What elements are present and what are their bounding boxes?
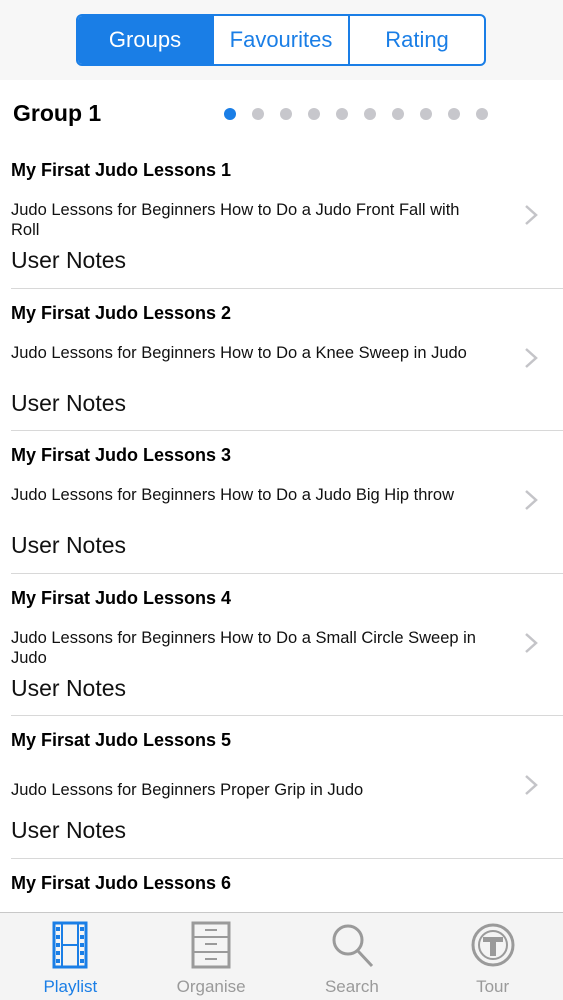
- page-dot[interactable]: [420, 108, 432, 120]
- page-dot[interactable]: [280, 108, 292, 120]
- lesson-user-notes: User Notes: [11, 389, 127, 416]
- lesson-list[interactable]: My Firsat Judo Lessons 1 Judo Lessons for…: [0, 146, 563, 912]
- tab-label-tour: Tour: [476, 977, 510, 996]
- page-dot[interactable]: [336, 108, 348, 120]
- lesson-title: My Firsat Judo Lessons 6: [11, 872, 232, 893]
- page-dot[interactable]: [392, 108, 404, 120]
- tab-search[interactable]: Search: [282, 913, 423, 1000]
- segment-rating[interactable]: Rating: [348, 16, 484, 64]
- tab-organise[interactable]: Organise: [141, 913, 282, 1000]
- tab-label-organise: Organise: [176, 977, 246, 996]
- group-title: Group 1: [13, 100, 102, 126]
- page-dot[interactable]: [252, 108, 264, 120]
- page-dot[interactable]: [364, 108, 376, 120]
- lesson-title: My Firsat Judo Lessons 5: [11, 730, 232, 750]
- tab-label-search: Search: [324, 977, 379, 996]
- lesson-user-notes: User Notes: [11, 247, 127, 273]
- lesson-row[interactable]: My Firsat Judo Lessons 6: [11, 859, 563, 913]
- tour-sign-icon: [470, 921, 516, 969]
- lesson-description: Judo Lessons for Beginners How to Do a J…: [11, 201, 460, 239]
- chevron-right-icon[interactable]: [524, 204, 538, 225]
- lesson-description: Judo Lessons for Beginners How to Do a K…: [11, 343, 467, 362]
- segment-favourites[interactable]: Favourites: [212, 16, 348, 64]
- lesson-title: My Firsat Judo Lessons 2: [11, 302, 232, 323]
- tab-playlist[interactable]: Playlist: [0, 913, 141, 1000]
- lesson-description: Judo Lessons for Beginners How to Do a S…: [11, 628, 476, 667]
- page-dot[interactable]: [476, 108, 488, 120]
- tab-bar: Playlist Organise Search Tour: [0, 912, 563, 1000]
- lesson-user-notes: User Notes: [11, 674, 127, 701]
- chevron-right-icon[interactable]: [524, 489, 538, 510]
- lesson-title: My Firsat Judo Lessons 4: [11, 587, 232, 608]
- top-bar: Groups Favourites Rating: [0, 0, 563, 80]
- lesson-user-notes: User Notes: [11, 817, 127, 843]
- segmented-control: Groups Favourites Rating: [76, 14, 486, 66]
- film-strip-icon: [47, 921, 93, 969]
- tab-label-playlist: Playlist: [43, 977, 98, 996]
- magnifier-icon: [329, 921, 375, 969]
- lesson-title: My Firsat Judo Lessons 1: [11, 160, 232, 180]
- lesson-title: My Firsat Judo Lessons 3: [11, 445, 232, 465]
- lesson-row[interactable]: My Firsat Judo Lessons 5 Judo Lessons for…: [11, 716, 563, 859]
- lesson-row[interactable]: My Firsat Judo Lessons 2 Judo Lessons for…: [11, 289, 563, 431]
- page-indicator[interactable]: [224, 108, 488, 120]
- lesson-row[interactable]: My Firsat Judo Lessons 4 Judo Lessons for…: [11, 574, 563, 716]
- page-dot[interactable]: [308, 108, 320, 120]
- filing-cabinet-icon: [188, 921, 234, 969]
- page-dot[interactable]: [224, 108, 236, 120]
- tab-tour[interactable]: Tour: [422, 913, 563, 1000]
- chevron-right-icon[interactable]: [524, 632, 538, 653]
- lesson-description: Judo Lessons for Beginners How to Do a J…: [11, 486, 454, 504]
- lesson-description: Judo Lessons for Beginners Proper Grip i…: [11, 781, 364, 799]
- lesson-user-notes: User Notes: [11, 532, 127, 558]
- segment-groups[interactable]: Groups: [78, 16, 212, 64]
- lesson-row[interactable]: My Firsat Judo Lessons 3 Judo Lessons for…: [11, 431, 563, 574]
- page-dot[interactable]: [448, 108, 460, 120]
- chevron-right-icon[interactable]: [524, 774, 538, 795]
- lesson-row[interactable]: My Firsat Judo Lessons 1 Judo Lessons for…: [11, 146, 563, 289]
- chevron-right-icon[interactable]: [524, 347, 538, 368]
